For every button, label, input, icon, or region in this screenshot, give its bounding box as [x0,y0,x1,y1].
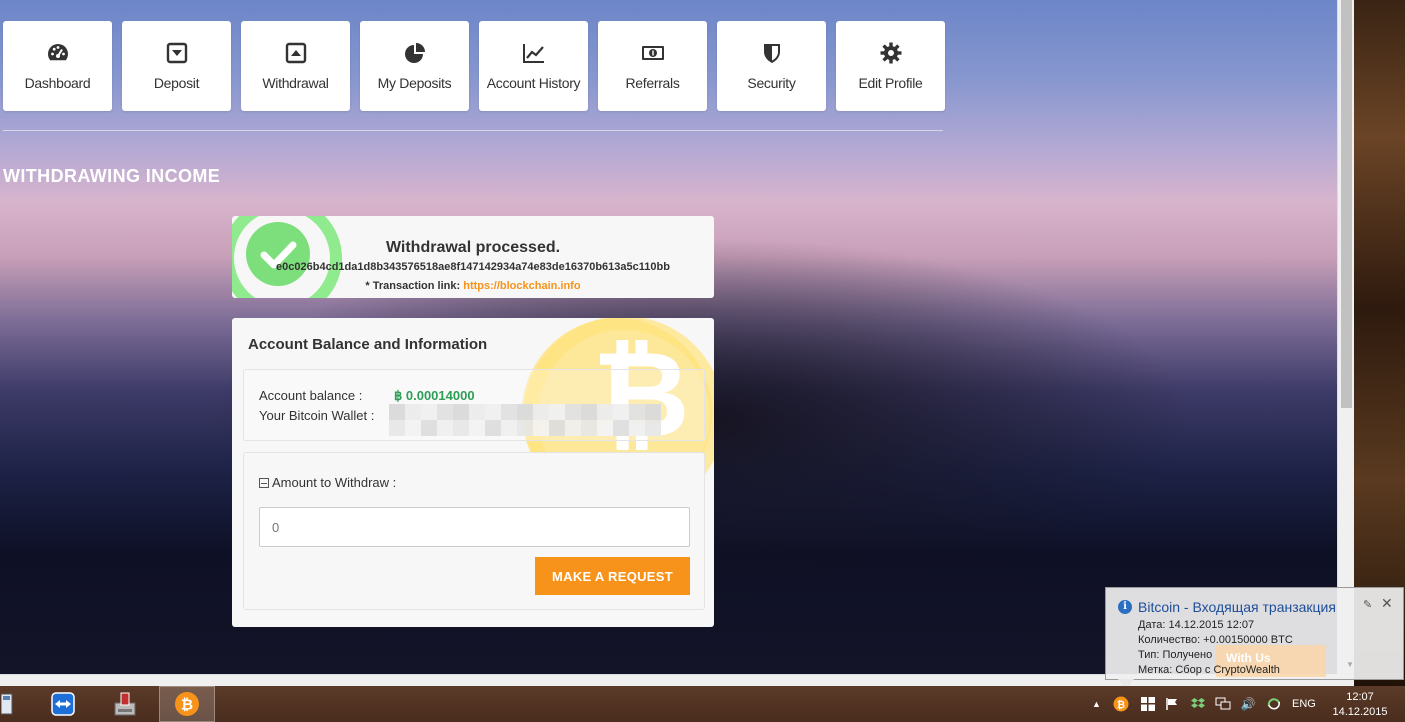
calculator-icon [1,693,13,715]
nav-label-deposit: Deposit [153,75,200,91]
success-heading: Withdrawal processed. [385,239,561,256]
balance-value: ฿ 0.00014000 [394,388,475,403]
vertical-scrollbar[interactable] [1337,0,1354,674]
amount-input[interactable] [259,507,690,547]
tray-windows-icon[interactable] [1140,697,1155,711]
shield-icon [763,44,780,63]
withdraw-form: Amount to Withdraw : MAKE A REQUEST [243,452,705,610]
archiver-icon [114,692,136,716]
tray-dropbox-icon[interactable] [1190,697,1205,711]
transaction-link-prefix: * Transaction link: [365,280,464,292]
notification-label: Метка: Сбор с CryptoWealth [1138,664,1280,676]
nav-tile-security[interactable]: Security [717,21,826,111]
close-icon[interactable]: ✕ [1381,595,1393,612]
balance-label: Account balance : [259,388,363,403]
amount-label: Amount to Withdraw : [272,475,397,490]
taskbar-archiver-app[interactable] [97,686,153,722]
nav-label-withdrawal: Withdrawal [262,75,329,91]
pie-chart-icon [404,43,425,63]
tray-flag-icon[interactable] [1165,697,1179,711]
info-icon: i [1118,600,1132,614]
taskbar-bitcoin-app[interactable]: ₿ [159,686,215,722]
transaction-link[interactable]: https://blockchain.info [463,280,580,292]
nav-tile-referrals[interactable]: Referrals [598,21,707,111]
notification-amount: Количество: +0.00150000 BTC [1138,634,1293,646]
account-balance-card: ₿ Account Balance and Information Accoun… [232,318,714,627]
minus-square-icon [259,478,269,488]
notification-type: Тип: Получено [1138,649,1213,661]
desktop-wallpaper [1354,0,1405,686]
nav-label-security: Security [747,75,796,91]
nav-tile-withdrawal[interactable]: Withdrawal [241,21,350,111]
nav-tile-deposit[interactable]: Deposit [122,21,231,111]
nav-tile-edit-profile[interactable]: Edit Profile [836,21,945,111]
deposit-download-icon [166,42,187,64]
card-title: Account Balance and Information [248,336,488,353]
dashboard-gauge-icon [47,44,68,61]
transaction-link-row: * Transaction link: https://blockchain.i… [232,280,714,292]
tray-bitcoin-icon[interactable]: ₿ [1113,696,1129,712]
tray-volume-icon[interactable]: 🔊 [1241,697,1256,711]
nav-tile-my-deposits[interactable]: My Deposits [360,21,469,111]
wallet-address-redacted-top [389,404,661,420]
withdrawal-upload-icon [285,42,306,64]
clock-date: 14.12.2015 [1332,706,1388,718]
taskbar-clock[interactable]: 12:07 14.12.2015 [1325,690,1395,720]
nav-divider [3,130,943,131]
language-indicator[interactable]: ENG [1292,698,1316,710]
pin-icon[interactable]: ✎ [1363,598,1372,611]
scrollbar-thumb[interactable] [1341,0,1352,408]
nav-label-account-history: Account History [486,75,581,91]
svg-text:₿: ₿ [181,696,193,714]
teamviewer-icon [51,692,75,716]
top-navigation: Dashboard Deposit Withdrawal My Deposits… [3,21,945,111]
amount-label-row: Amount to Withdraw : [259,475,396,490]
nav-label-my-deposits: My Deposits [377,75,452,91]
nav-tile-account-history[interactable]: Account History [479,21,588,111]
gear-icon [880,42,901,64]
bitcoin-icon: ₿ [175,692,199,716]
transaction-id: e0c026b4cd1da1d8b343576518ae8f147142934a… [276,261,670,273]
nav-label-dashboard: Dashboard [24,75,91,91]
nav-label-edit-profile: Edit Profile [858,75,923,91]
notification-title: Bitcoin - Входящая транзакция [1138,599,1336,615]
page-title: WITHDRAWING INCOME [3,166,221,186]
scroll-down-arrow-icon[interactable]: ▼ [1346,660,1354,669]
withdrawal-success-card: Withdrawal processed. e0c026b4cd1da1d8b3… [232,216,714,298]
clock-time: 12:07 [1346,691,1374,703]
make-request-button[interactable]: MAKE A REQUEST [535,557,690,595]
taskbar: ₿ ▲ ₿ 🔊 ENG 12:07 14.12.2015 [0,686,1405,722]
wallet-label: Your Bitcoin Wallet : [259,408,375,423]
notification-date: Дата: 14.12.2015 12:07 [1138,619,1255,631]
account-info-box: Account balance : ฿ 0.00014000 Your Bitc… [243,369,705,441]
system-tray: ▲ ₿ 🔊 [1092,686,1282,722]
tray-sync-icon[interactable] [1266,697,1282,711]
line-chart-icon [522,44,544,63]
money-bill-icon [641,46,664,60]
nav-label-referrals: Referrals [625,75,680,91]
browser-page: Dashboard Deposit Withdrawal My Deposits… [0,0,1337,674]
svg-text:₿: ₿ [1117,699,1125,711]
bitcoin-notification[interactable]: With Us i Bitcoin - Входящая транзакция … [1105,587,1404,680]
tray-expand-icon[interactable]: ▲ [1092,699,1101,709]
tray-network-icon[interactable] [1215,697,1231,711]
taskbar-calculator-app[interactable] [0,686,14,722]
nav-tile-dashboard[interactable]: Dashboard [3,21,112,111]
taskbar-teamviewer-app[interactable] [35,686,91,722]
